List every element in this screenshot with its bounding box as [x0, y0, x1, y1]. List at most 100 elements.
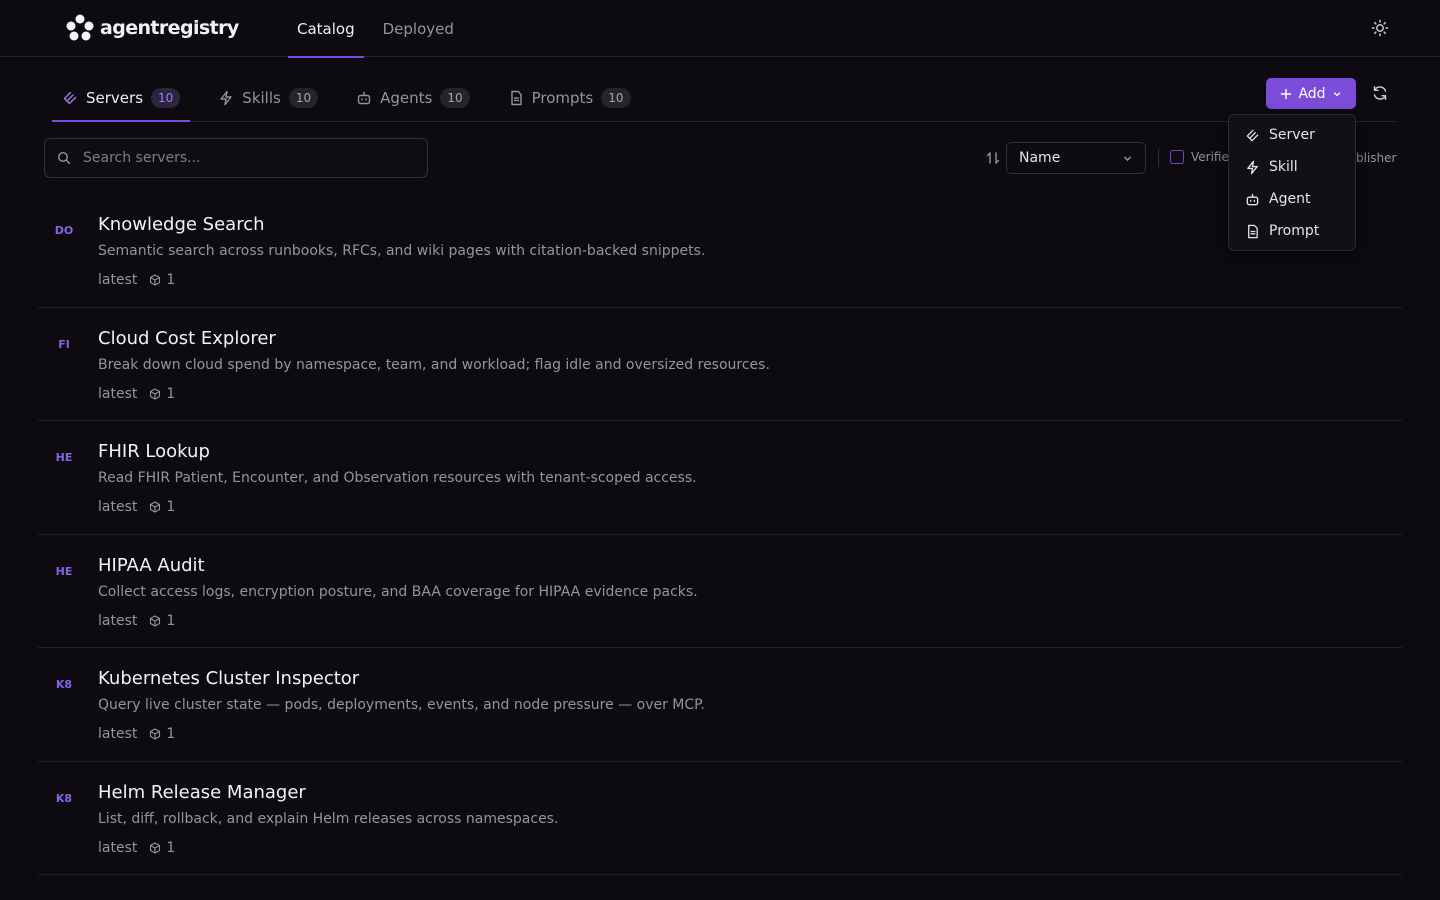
verified-checkbox[interactable]	[1170, 150, 1184, 164]
package-icon	[150, 728, 161, 740]
server-list: DO Knowledge Search Semantic search acro…	[38, 194, 1402, 875]
sort-select[interactable]: Name	[1006, 142, 1146, 174]
server-abbr: HE	[55, 564, 73, 578]
agent-icon	[1246, 193, 1259, 205]
package-icon	[150, 387, 161, 400]
table-row[interactable]: DO Knowledge Search Semantic search acro…	[38, 194, 1402, 308]
server-count: 1	[149, 726, 175, 742]
server-meta: latest 1	[98, 726, 175, 742]
add-button-label: Add	[1298, 85, 1326, 102]
skill-icon	[1247, 160, 1258, 174]
top-nav: Catalog Deployed	[288, 0, 473, 58]
skill-icon	[220, 90, 232, 105]
server-meta: latest 1	[98, 840, 175, 856]
menu-item-skill[interactable]: Skill	[1233, 151, 1351, 183]
tab-prompts[interactable]: Prompts 10	[498, 74, 641, 121]
server-count-value: 1	[166, 612, 176, 629]
top-bar: agentregistry Catalog Deployed	[0, 0, 1440, 58]
logo-text: agentregistry	[100, 17, 239, 39]
server-title: FHIR Lookup	[98, 441, 210, 462]
publisher-filter[interactable]: blisher	[1356, 151, 1396, 165]
tab-label: Servers	[86, 88, 144, 107]
server-count: 1	[149, 272, 175, 288]
server-version: latest	[98, 726, 138, 742]
server-description: Query live cluster state — pods, deploym…	[98, 697, 705, 713]
tab-count-badge: 10	[440, 87, 470, 108]
server-count-value: 1	[166, 499, 176, 515]
refresh-button[interactable]	[1371, 84, 1389, 102]
server-count: 1	[149, 840, 175, 856]
chevron-down-icon	[1124, 156, 1131, 161]
theme-toggle-button[interactable]	[1370, 18, 1390, 38]
package-icon	[150, 274, 161, 286]
prompt-icon	[1248, 224, 1258, 238]
tab-servers[interactable]: Servers 10	[52, 74, 191, 122]
search-box	[44, 138, 428, 178]
add-button[interactable]: Add	[1266, 78, 1356, 109]
server-meta: latest 1	[98, 613, 175, 629]
menu-item-agent[interactable]: Agent	[1233, 183, 1351, 215]
server-count: 1	[149, 499, 175, 515]
server-title: HIPAA Audit	[98, 554, 205, 576]
table-row[interactable]: FI Cloud Cost Explorer Break down cloud …	[38, 308, 1402, 421]
server-title: Knowledge Search	[98, 214, 265, 235]
agent-icon	[357, 91, 371, 104]
verified-filter[interactable]: Verifie	[1170, 150, 1229, 164]
package-icon	[150, 501, 161, 513]
server-abbr: K8	[55, 678, 73, 691]
add-menu: Server Skill Agent Prompt	[1228, 114, 1356, 251]
server-count-value: 1	[166, 385, 176, 402]
server-version: latest	[98, 385, 138, 402]
server-count-value: 1	[166, 272, 176, 288]
server-icon	[63, 91, 77, 104]
nav-catalog[interactable]: Catalog	[288, 0, 364, 58]
menu-item-prompt[interactable]: Prompt	[1233, 215, 1351, 247]
server-version: latest	[98, 612, 138, 629]
server-title: Cloud Cost Explorer	[98, 327, 276, 349]
tab-agents[interactable]: Agents 10	[346, 74, 480, 121]
table-row[interactable]: HE HIPAA Audit Collect access logs, encr…	[38, 535, 1402, 648]
server-abbr: HE	[55, 451, 73, 464]
server-description: Break down cloud spend by namespace, tea…	[98, 356, 770, 373]
server-title: Kubernetes Cluster Inspector	[98, 668, 360, 689]
logo[interactable]: agentregistry	[66, 14, 239, 42]
server-title: Helm Release Manager	[98, 781, 306, 803]
tab-label: Prompts	[531, 88, 594, 107]
package-icon	[150, 841, 161, 854]
prompt-icon	[510, 90, 522, 105]
tab-skills[interactable]: Skills 10	[208, 74, 328, 121]
server-count-value: 1	[166, 726, 176, 742]
menu-item-label: Agent	[1269, 191, 1311, 207]
server-description: Semantic search across runbooks, RFCs, a…	[98, 243, 706, 259]
nav-deployed[interactable]: Deployed	[374, 0, 463, 57]
server-meta: latest 1	[98, 272, 175, 288]
table-row[interactable]: HE FHIR Lookup Read FHIR Patient, Encoun…	[38, 421, 1402, 535]
sort-direction-button[interactable]	[985, 150, 1001, 166]
tab-label: Agents	[380, 88, 433, 107]
table-row[interactable]: K8 Helm Release Manager List, diff, roll…	[38, 762, 1402, 875]
server-icon	[1246, 129, 1259, 141]
server-count: 1	[149, 613, 175, 629]
sort-arrows-icon	[986, 152, 1000, 164]
menu-item-label: Server	[1269, 127, 1315, 143]
menu-item-server[interactable]: Server	[1233, 119, 1351, 151]
server-version: latest	[98, 499, 138, 515]
table-row[interactable]: K8 Kubernetes Cluster Inspector Query li…	[38, 648, 1402, 762]
search-icon	[57, 151, 71, 165]
server-abbr: FI	[58, 337, 70, 351]
package-icon	[150, 614, 161, 627]
tab-label: Skills	[242, 88, 281, 107]
server-count-value: 1	[166, 839, 176, 856]
server-abbr: K8	[55, 791, 73, 805]
catalog-tabs: Servers 10 Skills 10 Agents 10 Prompts 1…	[52, 74, 1396, 122]
menu-item-label: Prompt	[1269, 223, 1320, 239]
verified-label: Verifie	[1191, 150, 1229, 164]
sun-icon	[1371, 19, 1389, 37]
sort-select-value: Name	[1019, 150, 1061, 166]
server-description: Collect access logs, encryption posture,…	[98, 583, 698, 600]
logo-icon	[66, 14, 94, 41]
search-input[interactable]	[83, 150, 403, 166]
server-description: Read FHIR Patient, Encounter, and Observ…	[98, 470, 697, 486]
server-description: List, diff, rollback, and explain Helm r…	[98, 810, 559, 827]
chevron-down-icon	[1333, 91, 1340, 96]
